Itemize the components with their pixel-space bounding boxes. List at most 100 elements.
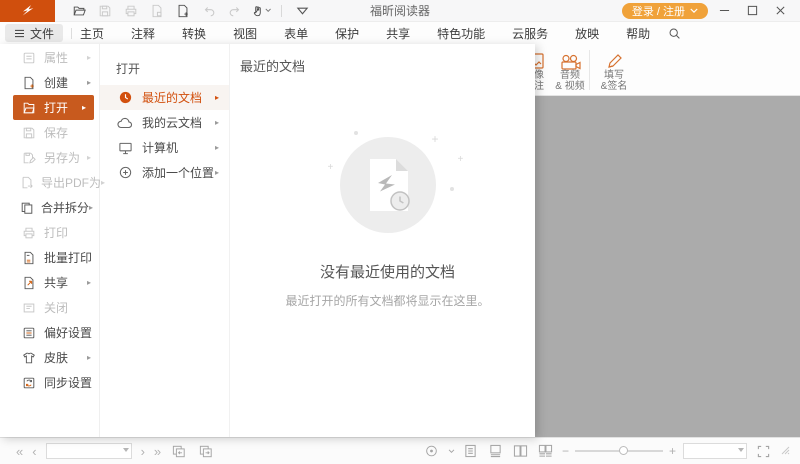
file-tab-label: 文件 [30, 25, 54, 42]
open-item-add-place[interactable]: 添加一个位置 ▸ [100, 160, 229, 185]
tab-presentation[interactable]: 放映 [575, 25, 599, 42]
menu-item-preferences[interactable]: 偏好设置 [0, 320, 99, 345]
submenu-arrow-icon: ▸ [87, 278, 91, 287]
submenu-arrow-icon: ▸ [89, 203, 93, 212]
recent-documents-panel: 最近的文档 + [230, 44, 535, 437]
resize-grip[interactable] [781, 444, 790, 458]
title-bar: 福昕阅读器 登录 / 注册 [0, 0, 800, 22]
menu-item-save-as[interactable]: 另存为 ▸ [0, 145, 99, 170]
create-icon [20, 75, 37, 91]
tab-form[interactable]: 表单 [284, 25, 308, 42]
submenu-arrow-icon: ▸ [82, 103, 86, 112]
tab-special-features[interactable]: 特色功能 [437, 25, 485, 42]
previous-view-icon[interactable] [170, 443, 188, 459]
zoom-slider-track[interactable] [575, 450, 663, 452]
tab-protect[interactable]: 保护 [335, 25, 359, 42]
share-icon [20, 275, 37, 291]
submenu-arrow-icon: ▸ [87, 153, 91, 162]
undo-icon[interactable] [199, 2, 219, 20]
continuous-view-icon[interactable] [487, 443, 505, 459]
submenu-arrow-icon: ▸ [87, 78, 91, 87]
open-item-cloud-documents[interactable]: 我的云文档 ▸ [100, 110, 229, 135]
menu-item-properties[interactable]: 属性 ▸ [0, 45, 99, 70]
menu-item-sync-settings[interactable]: 同步设置 [0, 370, 99, 395]
add-place-icon [116, 164, 134, 181]
menu-item-close[interactable]: 关闭 [0, 295, 99, 320]
sync-settings-icon [20, 375, 37, 391]
submenu-arrow-icon: ▸ [215, 143, 219, 152]
first-page-icon[interactable]: « [16, 445, 23, 458]
menu-item-skin[interactable]: 皮肤 ▸ [0, 345, 99, 370]
ribbon-tabs: 主页 注释 转换 视图 表单 保护 共享 特色功能 云服务 放映 帮助 [80, 25, 650, 42]
hand-tool-icon[interactable] [251, 2, 271, 20]
menu-item-export-pdf[interactable]: 导出PDF为 ▸ [0, 170, 99, 195]
menu-item-create[interactable]: 创建 ▸ [0, 70, 99, 95]
open-item-computer[interactable]: 计算机 ▸ [100, 135, 229, 160]
open-file-icon[interactable] [69, 2, 89, 20]
hamburger-icon [14, 29, 25, 38]
search-icon[interactable] [668, 27, 681, 40]
select-tool-caret-icon[interactable] [448, 449, 455, 454]
pencil-icon [594, 46, 634, 70]
tab-view[interactable]: 视图 [233, 25, 257, 42]
next-page-icon[interactable]: › [141, 445, 145, 458]
select-tool-icon[interactable] [423, 443, 441, 459]
tab-cloud[interactable]: 云服务 [512, 25, 548, 42]
tab-home[interactable]: 主页 [80, 25, 104, 42]
skin-icon [20, 350, 37, 366]
close-button[interactable] [768, 2, 792, 20]
empty-state-title: 没有最近使用的文档 [278, 261, 498, 282]
menu-item-save[interactable]: 保存 [0, 120, 99, 145]
tab-comment[interactable]: 注释 [131, 25, 155, 42]
login-register-button[interactable]: 登录 / 注册 [622, 3, 708, 19]
continuous-facing-view-icon[interactable] [537, 443, 555, 459]
facing-view-icon[interactable] [512, 443, 530, 459]
new-document-icon[interactable] [173, 2, 193, 20]
menu-item-print[interactable]: 打印 [0, 220, 99, 245]
recent-documents-title: 最近的文档 [240, 56, 535, 75]
zoom-slider-knob[interactable] [619, 446, 628, 455]
fullscreen-icon[interactable] [754, 443, 772, 459]
menu-item-batch-print[interactable]: 批量打印 [0, 245, 99, 270]
single-page-view-icon[interactable] [462, 443, 480, 459]
minimize-button[interactable] [712, 2, 736, 20]
attach-document-icon[interactable] [147, 2, 167, 20]
customize-toolbar-icon[interactable] [292, 2, 312, 20]
empty-state-subtitle: 最近打开的所有文档都将显示在这里。 [278, 292, 498, 309]
menu-bar: 文件 主页 注释 转换 视图 表单 保护 共享 特色功能 云服务 放映 帮助 [0, 22, 800, 44]
open-icon [20, 100, 37, 116]
menu-item-open[interactable]: 打开 ▸ [13, 95, 94, 120]
zoom-slider: − + [562, 444, 676, 458]
submenu-arrow-icon: ▸ [87, 53, 91, 62]
page-number-box [46, 443, 132, 459]
submenu-arrow-icon: ▸ [215, 118, 219, 127]
zoom-combo-caret-icon[interactable] [738, 448, 744, 452]
zoom-out-icon[interactable]: − [562, 444, 569, 458]
next-view-icon[interactable] [197, 443, 215, 459]
tab-convert[interactable]: 转换 [182, 25, 206, 42]
print-icon[interactable] [121, 2, 141, 20]
prev-page-icon[interactable]: ‹ [32, 445, 36, 458]
zoom-in-icon[interactable]: + [669, 444, 676, 458]
tab-share[interactable]: 共享 [386, 25, 410, 42]
file-menu-panel: 属性 ▸ 创建 ▸ 打开 ▸ 保存 另存为 ▸ [0, 44, 535, 437]
menu-item-share[interactable]: 共享 ▸ [0, 270, 99, 295]
last-page-icon[interactable]: » [154, 445, 161, 458]
open-item-recent-documents[interactable]: 最近的文档 ▸ [100, 85, 229, 110]
sparkle-icon: + [328, 163, 334, 173]
save-icon[interactable] [95, 2, 115, 20]
tab-help[interactable]: 帮助 [626, 25, 650, 42]
login-register-label: 登录 / 注册 [632, 3, 685, 19]
menu-item-combine-split[interactable]: 合并拆分 ▸ [0, 195, 99, 220]
maximize-button[interactable] [740, 2, 764, 20]
batch-print-icon [20, 250, 37, 266]
sparkle-icon: + [458, 155, 464, 165]
page-number-input[interactable] [46, 443, 132, 459]
ribbon-item-fill-sign[interactable]: 填写 &签名 [594, 46, 634, 92]
ribbon-item-audio-video[interactable]: 音频 & 视频 [550, 46, 590, 92]
audio-video-label-2: & 视频 [550, 81, 590, 92]
page-combo-caret-icon[interactable] [123, 448, 129, 452]
save-icon [20, 125, 37, 141]
tab-file[interactable]: 文件 [5, 24, 63, 42]
redo-icon[interactable] [225, 2, 245, 20]
